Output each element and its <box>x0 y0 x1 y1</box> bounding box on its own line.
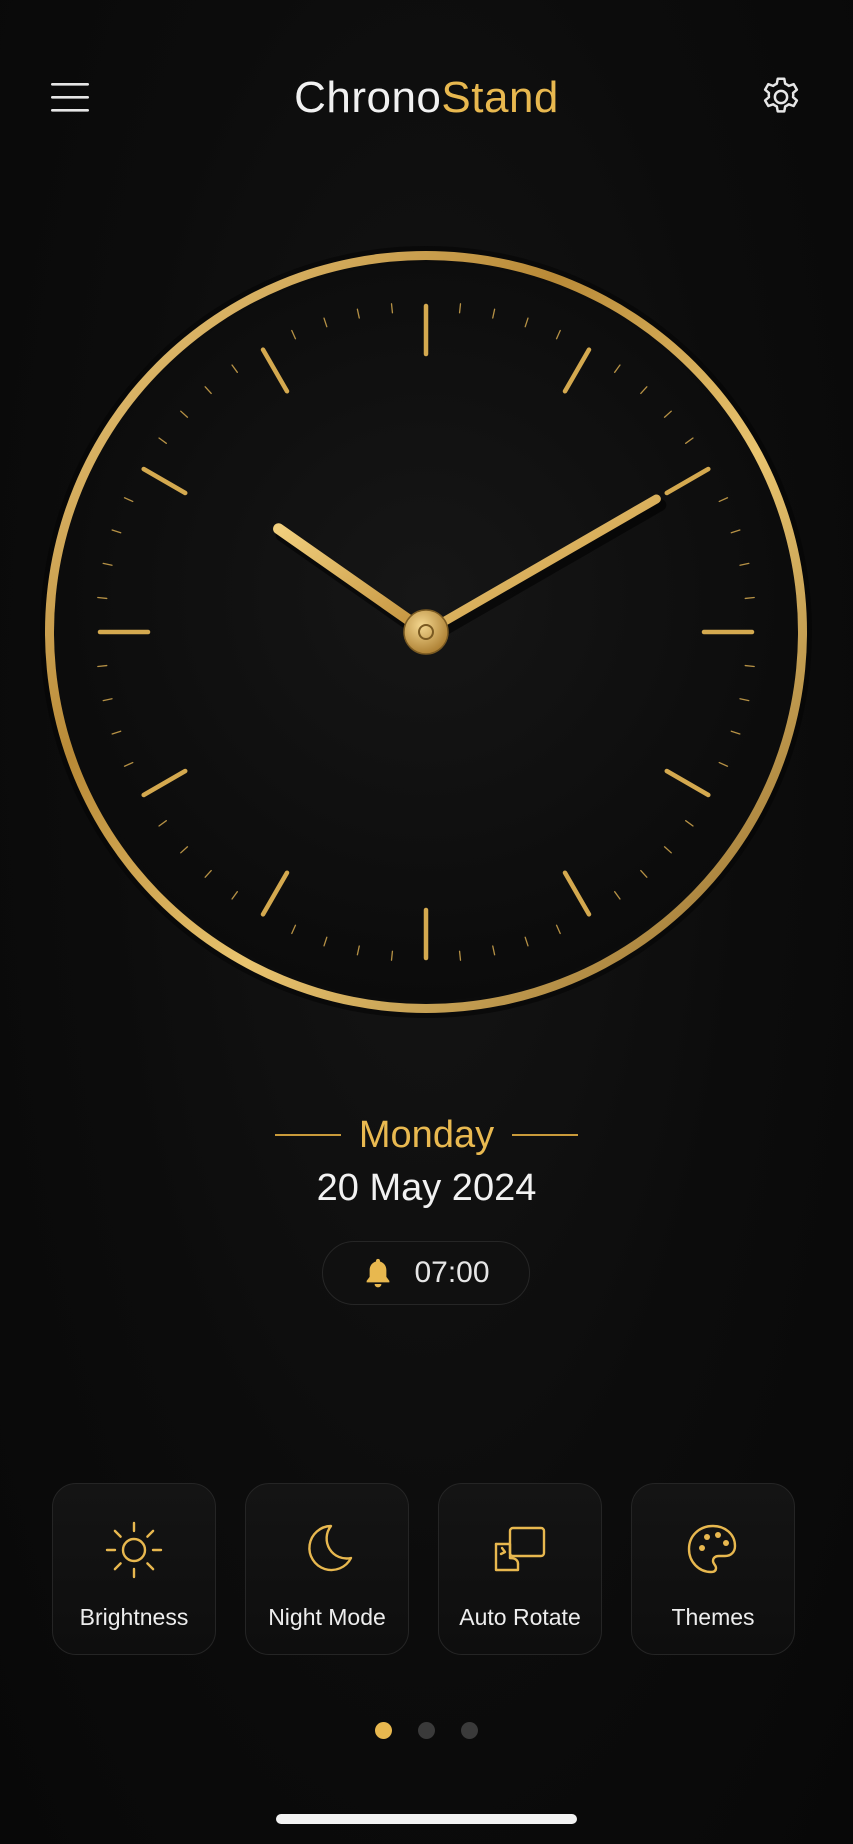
sun-icon <box>105 1521 163 1579</box>
brightness-tile[interactable]: Brightness <box>52 1483 216 1655</box>
themes-tile[interactable]: Themes <box>631 1483 795 1655</box>
app-screen: ChronoStand Monday 20 May 2024 07:00 Bri… <box>0 0 853 1844</box>
bell-icon <box>367 1258 390 1288</box>
day-of-week: Monday <box>358 1114 495 1156</box>
auto-rotate-label: Auto Rotate <box>459 1604 581 1630</box>
night-mode-label: Night Mode <box>268 1604 386 1630</box>
alarm-time: 07:00 <box>414 1256 490 1289</box>
full-date: 20 May 2024 <box>316 1167 537 1209</box>
gear-icon <box>763 77 799 113</box>
page-dot[interactable] <box>418 1721 435 1739</box>
day-row: Monday <box>0 1110 853 1160</box>
day-divider-left <box>274 1134 341 1136</box>
rotate-screen-icon <box>494 1526 546 1572</box>
palette-icon <box>687 1524 737 1574</box>
app-title-part1: Chrono <box>294 73 442 122</box>
page-dot[interactable] <box>375 1721 392 1739</box>
clock-face <box>40 246 812 1018</box>
app-title-part2: Stand <box>441 73 559 122</box>
moon-icon <box>308 1524 353 1572</box>
app-title: ChronoStand <box>0 70 853 126</box>
brightness-label: Brightness <box>79 1604 189 1630</box>
themes-label: Themes <box>671 1604 755 1630</box>
night-mode-tile[interactable]: Night Mode <box>245 1483 409 1655</box>
analog-clock <box>36 242 816 1022</box>
alarm-button[interactable]: 07:00 <box>322 1241 530 1305</box>
center-cap <box>403 609 449 655</box>
top-bar: ChronoStand <box>0 0 853 200</box>
page-dot[interactable] <box>461 1721 478 1739</box>
day-divider-right <box>512 1134 579 1136</box>
quick-actions: Brightness Night Mode Auto Rotate Themes <box>52 1483 796 1655</box>
auto-rotate-tile[interactable]: Auto Rotate <box>438 1483 602 1655</box>
home-indicator[interactable] <box>276 1814 577 1824</box>
settings-button[interactable] <box>750 70 812 124</box>
page-indicator <box>0 1721 853 1739</box>
